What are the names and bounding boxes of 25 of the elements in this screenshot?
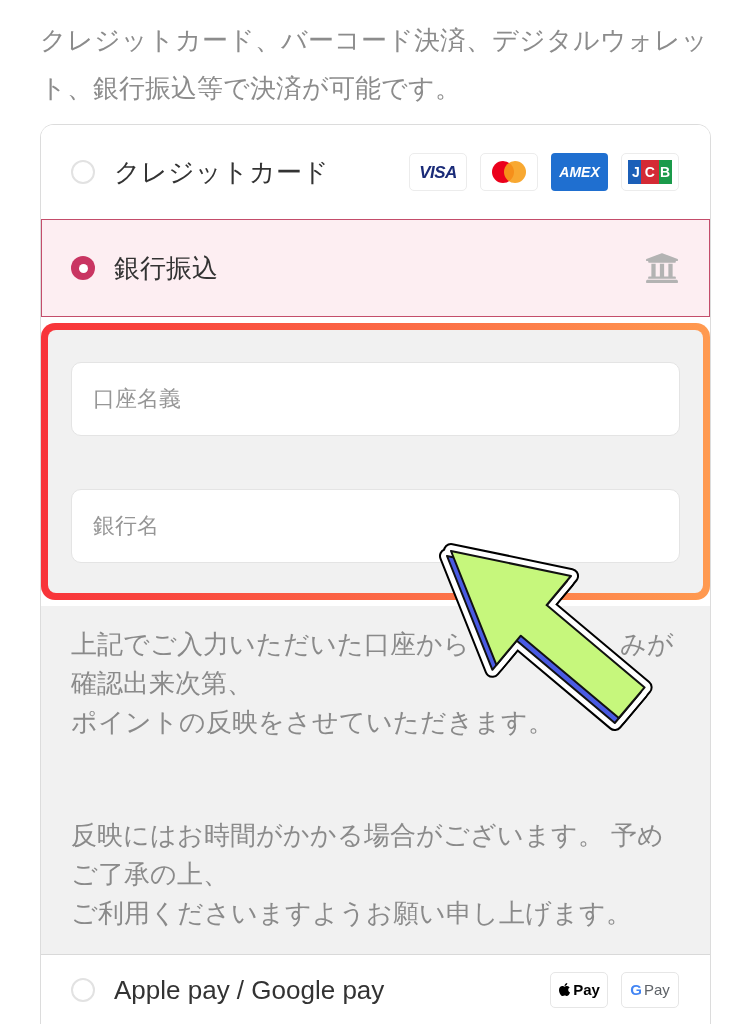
- input-field[interactable]: 口座名義: [71, 362, 680, 436]
- radio-button[interactable]: [71, 256, 95, 280]
- option-label: Apple pay / Google pay: [114, 976, 385, 1003]
- note-text: ご了承の上、: [71, 858, 229, 891]
- option-label: 銀行振込: [114, 255, 218, 281]
- payment-option[interactable]: 銀行振込: [41, 219, 710, 317]
- option-label: クレジットカード: [114, 159, 329, 185]
- logo-text: Pay: [643, 982, 670, 997]
- note-text: 反映にはお時間がかかる場合がございます。 予め: [71, 819, 665, 852]
- radio-button[interactable]: [71, 160, 95, 184]
- card-logo: AMEX: [551, 153, 608, 191]
- note-text: みが: [620, 628, 674, 661]
- input-field[interactable]: 銀行名: [71, 489, 680, 563]
- bank-icon: [645, 251, 679, 285]
- note-text: ポイントの反映をさせていただきます。: [71, 706, 554, 739]
- radio-button[interactable]: [71, 977, 95, 1002]
- card-logo: VISA: [409, 153, 467, 191]
- note-text: 上記でご入力いただいた口座から: [71, 628, 470, 661]
- overlapping-circles-icon: [492, 161, 526, 183]
- note-text: 確認出来次第、: [71, 667, 253, 700]
- logo-mark: G: [630, 982, 642, 997]
- logo-text: Pay: [573, 982, 600, 997]
- note-text: ご利用くださいますようお願い申し上げます。: [71, 897, 632, 930]
- apple-icon: [558, 982, 572, 997]
- intro-text: クレジットカード、バーコード決済、デジタルウォレット、銀行振込等で決済が可能です。: [40, 24, 709, 105]
